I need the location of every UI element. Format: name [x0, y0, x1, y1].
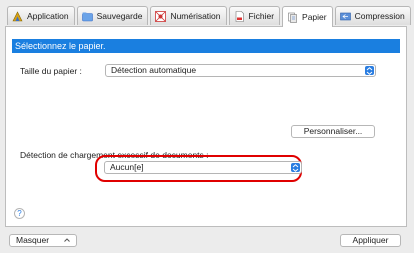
- customize-button[interactable]: Personnaliser...: [291, 125, 375, 138]
- tab-sauvegarde[interactable]: Sauvegarde: [76, 6, 149, 25]
- tab-label: Compression: [354, 11, 405, 21]
- overload-detection-value: Aucun[e]: [110, 162, 144, 172]
- overload-detection-select[interactable]: Aucun[e]: [104, 161, 302, 174]
- tab-label: Application: [27, 11, 69, 21]
- tab-label: Sauvegarde: [96, 11, 143, 21]
- paper-size-label: Taille du papier :: [20, 66, 82, 76]
- save-folder-icon: [81, 11, 93, 22]
- hide-button[interactable]: Masquer: [9, 234, 77, 247]
- tab-compression[interactable]: Compression: [334, 6, 411, 25]
- chevron-updown-icon: [291, 163, 300, 172]
- paper-icon: [287, 12, 298, 23]
- scan-icon: [155, 10, 167, 22]
- help-icon[interactable]: ?: [14, 208, 25, 219]
- paper-size-select[interactable]: Détection automatique: [105, 64, 376, 77]
- tab-papier[interactable]: Papier: [282, 6, 333, 27]
- section-title: Sélectionnez le papier.: [12, 39, 400, 53]
- file-icon: [234, 10, 245, 22]
- apply-button[interactable]: Appliquer: [340, 234, 401, 247]
- paper-settings-panel: Sélectionnez le papier. Taille du papier…: [5, 26, 407, 227]
- chevron-up-icon: [63, 236, 71, 247]
- tab-application[interactable]: Application: [7, 6, 75, 25]
- tab-fichier[interactable]: Fichier: [228, 6, 281, 25]
- tab-label: Numérisation: [170, 11, 221, 21]
- tab-label: Papier: [302, 12, 327, 22]
- tab-label: Fichier: [248, 11, 275, 21]
- application-icon: [12, 10, 23, 22]
- paper-size-value: Détection automatique: [111, 65, 197, 75]
- chevron-updown-icon: [365, 66, 374, 75]
- scan-settings-window: Application Sauvegarde Numérisation Fich…: [0, 0, 414, 253]
- hide-button-label: Masquer: [16, 235, 50, 245]
- tab-numerisation[interactable]: Numérisation: [150, 6, 227, 25]
- compression-icon: [339, 11, 351, 22]
- tab-bar: Application Sauvegarde Numérisation Fich…: [7, 6, 413, 27]
